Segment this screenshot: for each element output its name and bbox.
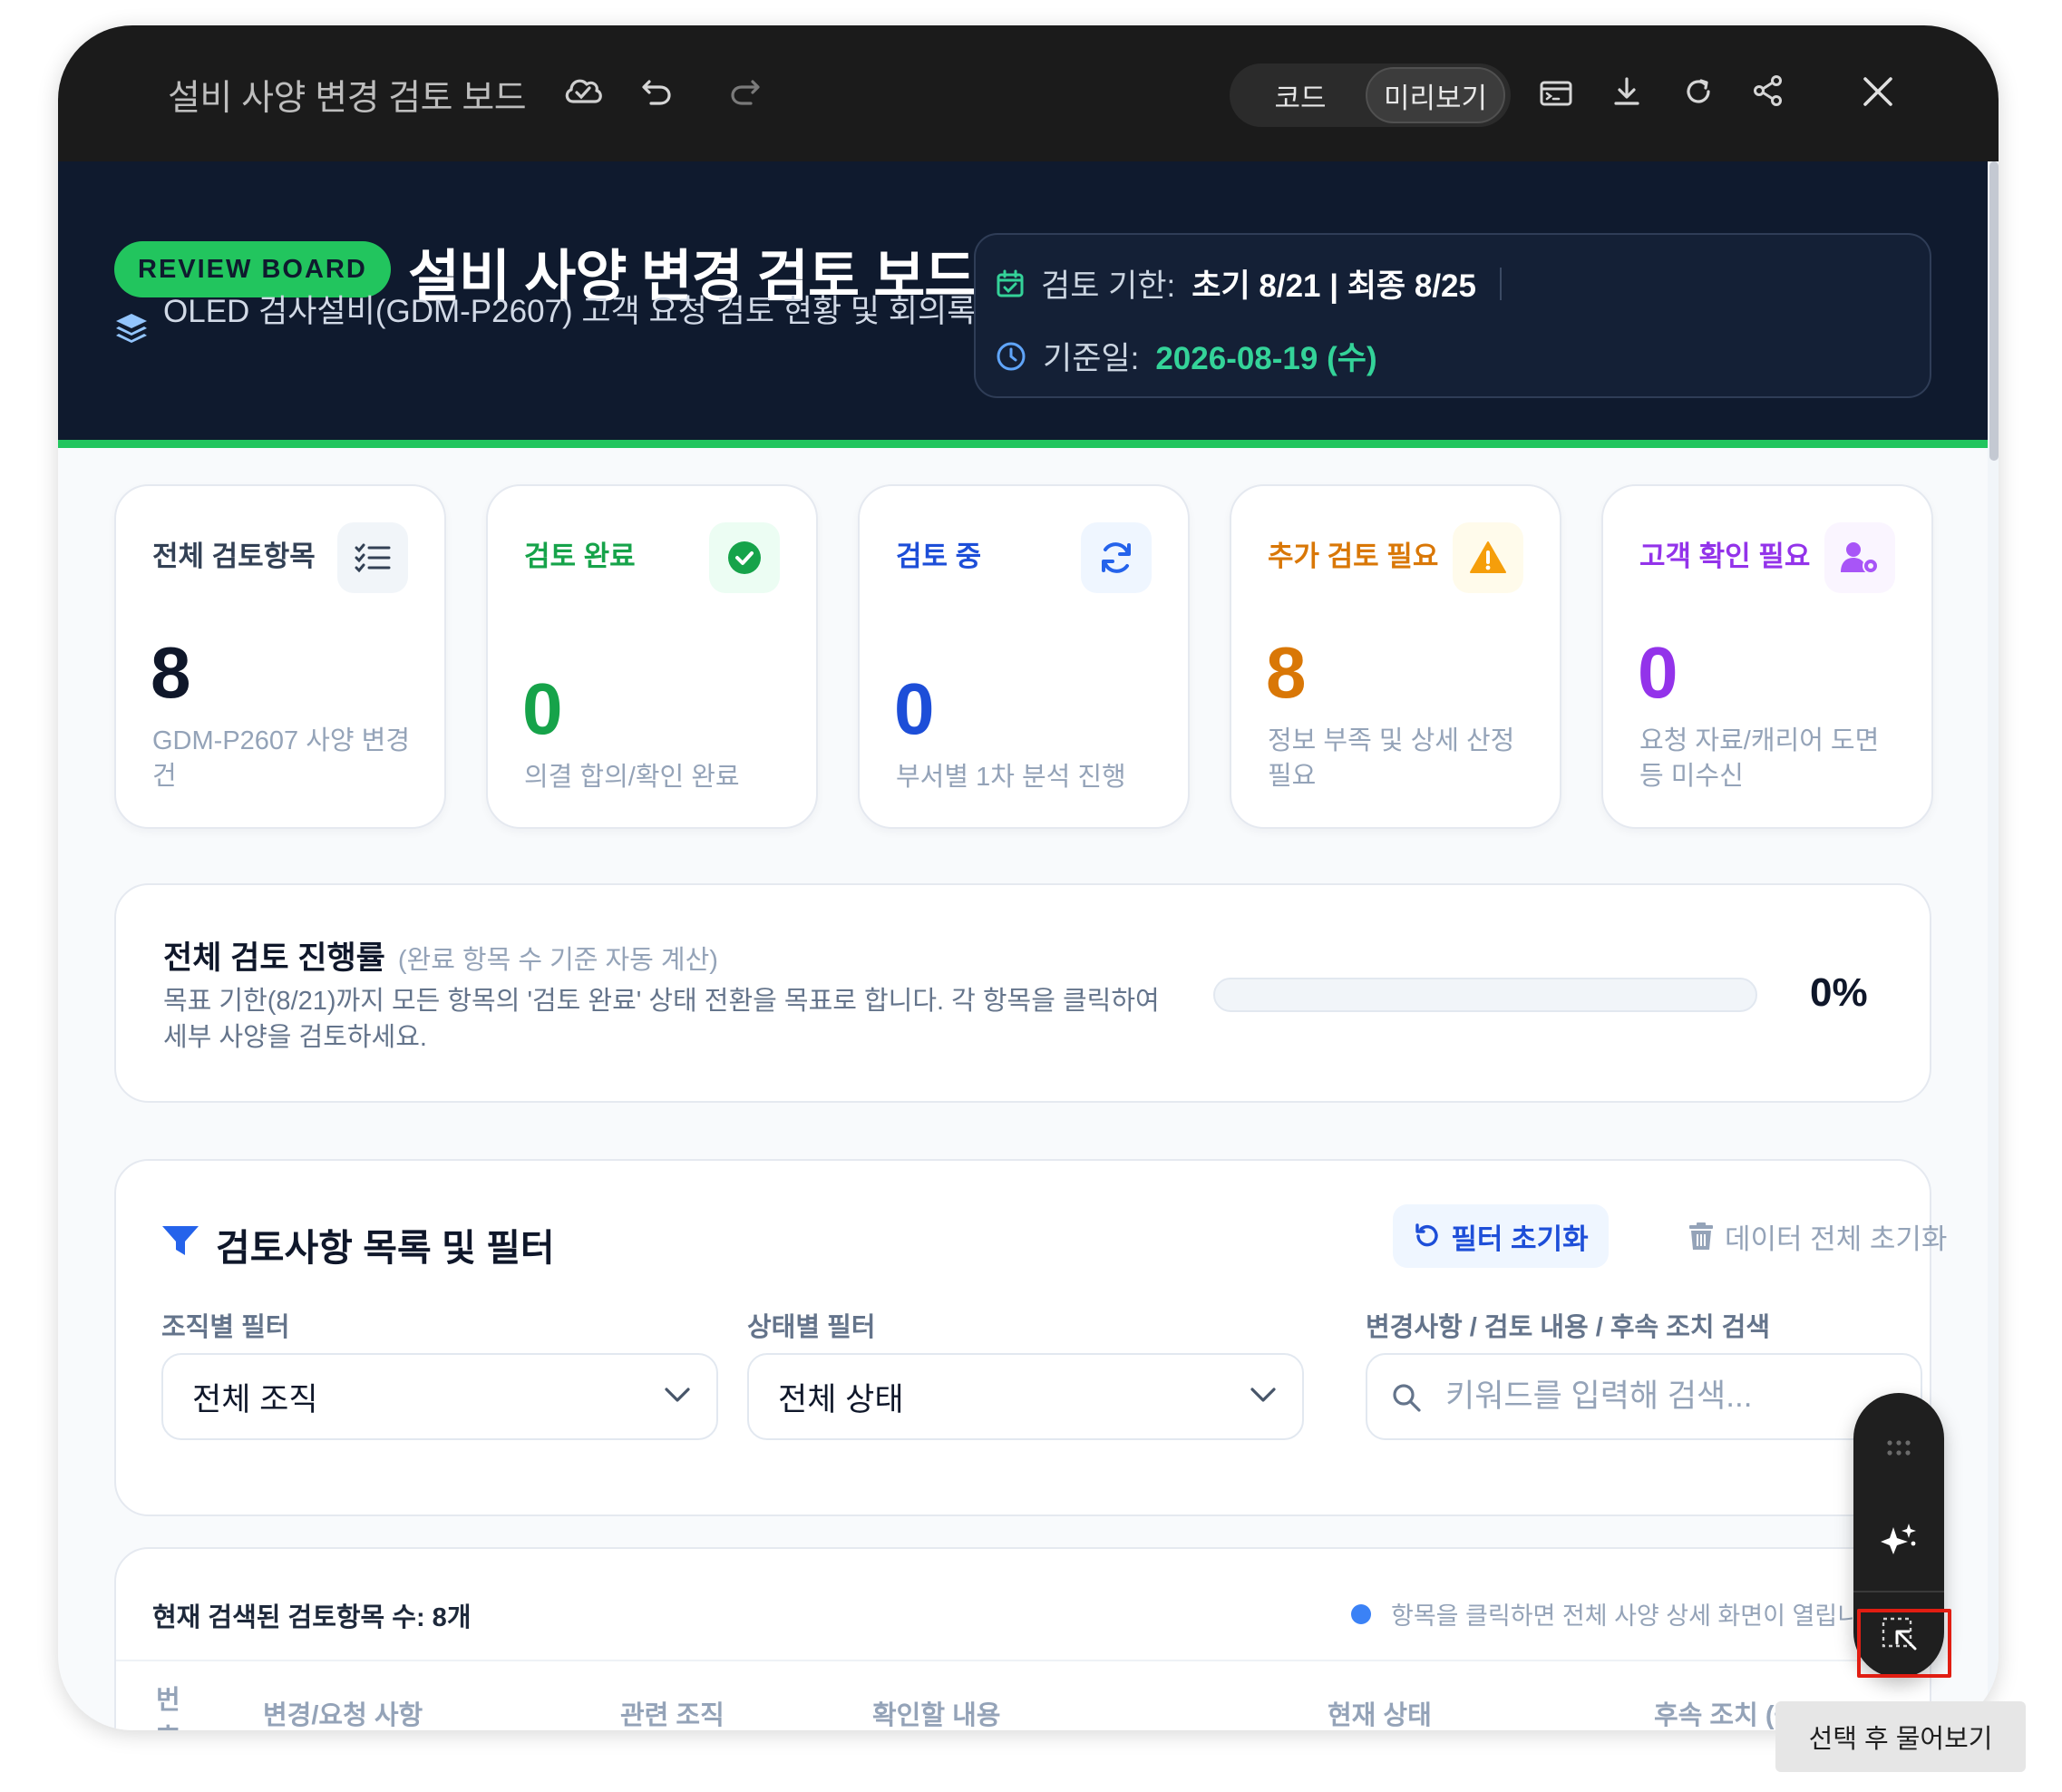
stat-desc: 의결 합의/확인 완료 [524,763,740,792]
progress-panel: 전체 검토 진행률 (완료 항목 수 기준 자동 계산) 목표 기한(8/21)까… [114,883,1931,1103]
org-filter-label: 조직별 필터 [161,1313,290,1342]
filter-reset-label: 필터 초기화 [1451,1222,1589,1255]
stat-value: 0 [522,668,563,749]
info-divider [1499,267,1502,300]
share-icon[interactable] [1752,74,1785,107]
select-and-ask-tooltip: 선택 후 물어보기 [1775,1701,2026,1772]
stat-value: 0 [894,668,935,749]
progress-note: (완료 항목 수 기준 자동 계산) [397,946,718,975]
deadline-row: 검토 기한: 초기 8/21 | 최종 8/25 [996,260,1502,307]
page-subtitle: OLED 검사설비(GDM-P2607) 고객 요청 검토 현황 및 회의록 [163,294,977,329]
app-window: 설비 사양 변경 검토 보드 코드 미리보기 REVIEW BOARD 설비 사… [58,25,1999,1730]
user-gear-icon [1824,522,1895,593]
status-filter-value: 전체 상태 [778,1381,904,1417]
drag-handle-icon[interactable] [1853,1438,1944,1458]
layers-icon [114,312,149,345]
progress-percent: 0% [1810,970,1868,1015]
column-header-change[interactable]: 변경/요청 사항 [263,1694,423,1730]
download-icon[interactable] [1612,76,1641,107]
search-label: 변경사항 / 검토 내용 / 후속 조치 검색 [1366,1313,1771,1342]
window-topbar: 설비 사양 변경 검토 보드 코드 미리보기 [58,25,1999,161]
tab-preview[interactable]: 미리보기 [1366,67,1505,123]
sync-icon [1081,522,1152,593]
filter-reset-button[interactable]: 필터 초기화 [1393,1204,1609,1268]
progress-desc: 목표 기한(8/21)까지 모든 항목의 '검토 완료' 상태 전환을 목표로 … [163,987,1160,1052]
stat-value: 8 [1266,632,1307,713]
calendar-check-icon [996,269,1025,298]
stat-desc: 정보 부족 및 상세 산정 필요 [1268,726,1515,791]
stat-value: 0 [1638,632,1678,713]
stat-value: 8 [151,632,191,713]
schedule-info-box: 검토 기한: 초기 8/21 | 최종 8/25 기준일: 2026-08-19… [974,233,1931,398]
warning-icon [1453,522,1523,593]
list-hint: 항목을 클릭하면 전체 사양 상세 화면이 열립니 [1351,1596,1860,1631]
clock-icon [996,341,1026,372]
deadline-value: 초기 8/21 | 최종 8/25 [1191,268,1476,304]
progress-bar [1213,978,1757,1012]
org-filter-select[interactable]: 전체 조직 [161,1353,718,1440]
list-hint-text: 항목을 클릭하면 전체 사양 상세 화면이 열립니 [1391,1602,1860,1630]
stat-label: 검토 중 [896,541,982,572]
close-icon[interactable] [1861,74,1895,109]
org-filter-value: 전체 조직 [192,1381,318,1417]
sparkle-icon[interactable] [1853,1520,1944,1560]
review-board-badge: REVIEW BOARD [114,241,391,297]
search-box [1366,1353,1922,1440]
toolbar-divider [1853,1591,1944,1592]
stat-label: 추가 검토 필요 [1268,541,1439,572]
stat-card-total[interactable]: 전체 검토항목 8 GDM-P2607 사양 변경 건 [114,484,446,829]
review-list-panel: 현재 검색된 검토항목 수: 8개 항목을 클릭하면 전체 사양 상세 화면이 … [114,1547,1931,1730]
tab-code[interactable]: 코드 [1237,67,1364,123]
list-divider [116,1660,1930,1661]
window-title: 설비 사양 변경 검토 보드 [168,79,527,118]
chevron-down-icon [664,1386,691,1404]
info-dot-icon [1351,1603,1371,1624]
check-circle-icon [709,522,780,593]
column-header-check[interactable]: 확인할 내용 [872,1694,1000,1730]
status-filter-select[interactable]: 전체 상태 [747,1353,1304,1440]
refresh-icon[interactable] [1683,76,1714,107]
stat-card-done[interactable]: 검토 완료 0 의결 합의/확인 완료 [486,484,818,829]
stat-label: 고객 확인 필요 [1639,541,1811,572]
mode-toggle: 코드 미리보기 [1230,63,1511,127]
stat-desc: 요청 자료/캐리어 도면 등 미수신 [1639,726,1880,791]
base-date-value: 2026-08-19 (수) [1155,341,1377,376]
progress-title: 전체 검토 진행률 (완료 항목 수 기준 자동 계산) [163,932,718,979]
stat-label: 검토 완료 [524,541,636,572]
column-header-number[interactable]: 번호 [156,1681,187,1730]
deadline-label: 검토 기한: [1041,268,1176,304]
clear-all-data-button[interactable]: 데이터 전체 초기화 [1688,1206,1947,1266]
stat-card-customer-confirm[interactable]: 고객 확인 필요 0 요청 자료/캐리어 도면 등 미수신 [1601,484,1933,829]
search-icon [1391,1382,1422,1413]
search-input[interactable] [1445,1369,1899,1424]
checklist-icon [337,522,408,593]
base-date-row: 기준일: 2026-08-19 (수) [996,333,1377,379]
chevron-down-icon [1250,1386,1277,1404]
cloud-check-icon[interactable] [562,73,604,109]
funnel-icon [161,1224,199,1257]
column-header-status[interactable]: 현재 상태 [1328,1694,1432,1730]
scrollbar-thumb[interactable] [1989,161,1999,461]
board-header: REVIEW BOARD 설비 사양 변경 검토 보드 OLED 검사설비(GD… [58,161,1988,448]
redo-icon[interactable] [729,76,762,107]
progress-title-text: 전체 검토 진행률 [163,940,385,976]
stat-label: 전체 검토항목 [152,541,316,572]
stat-desc: 부서별 1차 분석 진행 [896,763,1126,792]
stat-card-needs-review[interactable]: 추가 검토 필요 8 정보 부족 및 상세 산정 필요 [1230,484,1561,829]
filter-title: 검토사항 목록 및 필터 [216,1227,555,1269]
status-filter-label: 상태별 필터 [747,1313,876,1342]
highlight-box [1857,1609,1951,1678]
base-date-label: 기준일: [1043,341,1140,376]
stat-desc: GDM-P2607 사양 변경 건 [152,726,411,791]
undo-icon[interactable] [640,76,673,107]
result-count: 현재 검색된 검토항목 수: 8개 [152,1603,472,1632]
rotate-left-icon [1413,1222,1451,1250]
column-header-org[interactable]: 관련 조직 [620,1694,725,1730]
clear-all-data-label: 데이터 전체 초기화 [1725,1222,1948,1255]
filter-panel: 검토사항 목록 및 필터 필터 초기화 데이터 전체 초기화 조직별 필터 전체… [114,1159,1947,1516]
terminal-icon[interactable] [1540,80,1572,107]
stat-card-in-review[interactable]: 검토 중 0 부서별 1차 분석 진행 [858,484,1190,829]
trash-icon [1688,1222,1725,1251]
